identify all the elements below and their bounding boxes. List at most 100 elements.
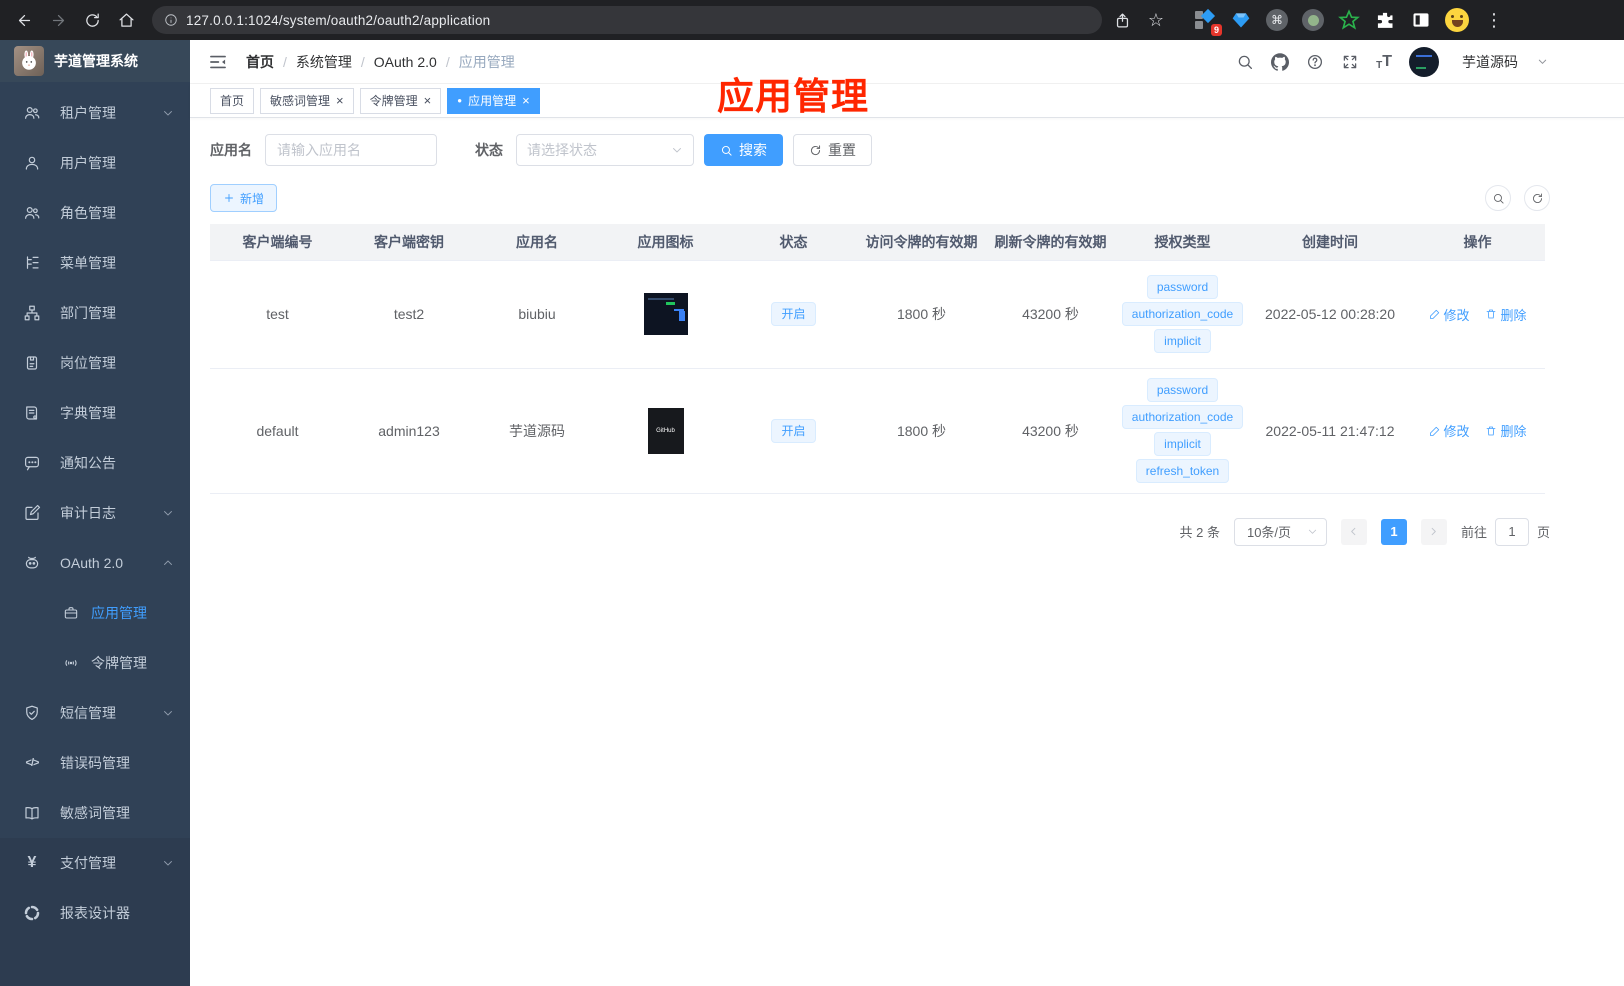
status-badge[interactable]: 开启	[771, 418, 816, 443]
goto-page-input[interactable]	[1494, 517, 1529, 546]
help-icon[interactable]	[1306, 53, 1324, 71]
yen-icon: ¥	[27, 854, 37, 871]
github-icon[interactable]	[1271, 52, 1290, 71]
delete-button[interactable]: 删除	[1485, 305, 1526, 324]
oauth2-submenu: 应用管理 令牌管理	[0, 588, 190, 688]
refresh-table-button[interactable]	[1524, 185, 1550, 211]
record-extension-icon[interactable]	[1300, 7, 1326, 33]
chevron-down-icon	[162, 107, 174, 119]
reload-icon[interactable]	[78, 6, 106, 34]
sidebar-item-oauth2[interactable]: OAuth 2.0	[0, 538, 190, 588]
refresh-icon	[1532, 192, 1542, 203]
sidebar-item-user[interactable]: 用户管理	[0, 138, 190, 188]
reset-button[interactable]: 重置	[793, 134, 872, 166]
tampermonkey-extension-icon[interactable]: 9	[1192, 7, 1222, 36]
delete-button[interactable]: 删除	[1485, 421, 1526, 440]
breadcrumb-oauth2[interactable]: OAuth 2.0	[374, 54, 437, 70]
logo[interactable]: 芋道管理系统	[0, 40, 190, 82]
tab-home[interactable]: 首页	[210, 87, 255, 114]
users-icon	[22, 103, 42, 123]
sidebar-item-role[interactable]: 角色管理	[0, 188, 190, 238]
table-header-row: 客户端编号 客户端密钥 应用名 应用图标 状态 访问令牌的有效期 刷新令牌的有效…	[210, 224, 1545, 260]
grant-tag: password	[1146, 275, 1219, 299]
sidebar-item-menu[interactable]: 菜单管理	[0, 238, 190, 288]
tab-application[interactable]: ● 应用管理 ×	[447, 87, 540, 114]
sidebar-item-post[interactable]: 岗位管理	[0, 338, 190, 388]
prev-page-button[interactable]	[1340, 518, 1367, 545]
page-number-button[interactable]: 1	[1380, 518, 1407, 545]
id-badge-icon	[22, 353, 42, 373]
chevron-down-icon[interactable]	[1537, 56, 1548, 67]
status-select[interactable]: 请选择状态	[516, 134, 694, 166]
sidebar-item-tenant[interactable]: 租户管理	[0, 88, 190, 138]
profile-avatar-icon[interactable]	[1444, 7, 1470, 33]
sidebar-item-payment[interactable]: ¥ 支付管理	[0, 838, 190, 888]
browser-menu-icon[interactable]: ⋮	[1480, 6, 1508, 34]
hide-search-button[interactable]	[1485, 185, 1511, 211]
close-icon[interactable]: ×	[522, 93, 530, 108]
filter-form: 应用名 状态 请选择状态 搜索 重置	[210, 134, 1550, 166]
close-icon[interactable]: ×	[336, 93, 344, 108]
sidebar-item-notice[interactable]: 通知公告	[0, 438, 190, 488]
sidebar-item-sms[interactable]: 短信管理	[0, 688, 190, 738]
sidebar-item-sensitive-word[interactable]: 敏感词管理	[0, 788, 190, 838]
pencil-icon	[1429, 426, 1439, 436]
app-name-input[interactable]	[265, 134, 437, 166]
grant-types: password authorization_code implicit ref…	[1115, 378, 1250, 483]
avatar[interactable]	[1409, 46, 1439, 77]
side-panel-icon[interactable]	[1408, 7, 1434, 33]
dictionary-icon	[22, 403, 42, 423]
table-row: default admin123 芋道源码 GitHub 开启 1800 秒 4…	[210, 368, 1545, 494]
search-icon	[1493, 193, 1504, 204]
fullscreen-icon[interactable]	[1341, 53, 1359, 71]
address-bar[interactable]: 127.0.0.1:1024/system/oauth2/oauth2/appl…	[152, 6, 1102, 34]
breadcrumb-system[interactable]: 系统管理	[296, 52, 352, 72]
forward-icon[interactable]	[44, 6, 72, 34]
puzzle-extensions-icon[interactable]	[1372, 7, 1398, 33]
status-badge[interactable]: 开启	[771, 302, 816, 326]
extensions-zone: 9 ⌘	[1192, 7, 1470, 36]
search-button[interactable]: 搜索	[704, 134, 783, 166]
next-page-button[interactable]	[1420, 518, 1447, 545]
sidebar-item-oauth2-application[interactable]: 应用管理	[0, 588, 190, 638]
bookmark-star-icon[interactable]: ☆	[1142, 6, 1170, 34]
search-icon[interactable]	[1236, 53, 1254, 71]
close-icon[interactable]: ×	[424, 93, 432, 108]
share-icon[interactable]	[1108, 6, 1136, 34]
chat-bubble-icon	[22, 453, 42, 473]
add-button[interactable]: 新增	[210, 184, 278, 212]
url-text: 127.0.0.1:1024/system/oauth2/oauth2/appl…	[186, 12, 491, 28]
breadcrumb: 首页 / 系统管理 / OAuth 2.0 / 应用管理	[246, 52, 515, 72]
sidebar-item-oauth2-token[interactable]: 令牌管理	[0, 638, 190, 688]
red-annotation: 应用管理	[717, 76, 869, 117]
home-icon[interactable]	[112, 6, 140, 34]
breadcrumb-home[interactable]: 首页	[246, 52, 274, 72]
collapse-sidebar-icon[interactable]	[208, 52, 228, 72]
sidebar-item-dict[interactable]: 字典管理	[0, 388, 190, 438]
sidebar-item-audit-log[interactable]: 审计日志	[0, 488, 190, 538]
sidebar-item-error-code[interactable]: </> 错误码管理	[0, 738, 190, 788]
green-star-extension-icon[interactable]	[1336, 7, 1362, 33]
username[interactable]: 芋道源码	[1462, 52, 1518, 72]
command-extension-icon[interactable]: ⌘	[1264, 7, 1290, 33]
grant-tag: authorization_code	[1121, 302, 1244, 326]
sidebar-item-report-designer[interactable]: 报表设计器	[0, 888, 190, 938]
page-content: 应用名 状态 请选择状态 搜索 重置	[190, 118, 1624, 576]
chevron-down-icon	[1308, 529, 1317, 534]
sidebar-item-dept[interactable]: 部门管理	[0, 288, 190, 338]
font-size-icon[interactable]: TT	[1376, 53, 1392, 71]
edit-button[interactable]: 修改	[1429, 421, 1470, 440]
main-area: 首页 / 系统管理 / OAuth 2.0 / 应用管理 TT 芋道源码 首页 …	[190, 40, 1624, 986]
sidebar-menu: 租户管理 用户管理 角色管理 菜单管理 部门管理 岗位管理 字典管理 通知公告 …	[0, 82, 190, 838]
tab-token[interactable]: 令牌管理 ×	[359, 87, 442, 114]
edit-button[interactable]: 修改	[1429, 305, 1470, 324]
back-icon[interactable]	[10, 6, 38, 34]
page-size-select[interactable]: 10条/页	[1233, 517, 1327, 546]
tab-sensitive-word[interactable]: 敏感词管理 ×	[260, 87, 354, 114]
gem-extension-icon[interactable]	[1228, 7, 1254, 33]
site-info-icon	[165, 14, 177, 26]
segmented-circle-icon	[22, 903, 42, 923]
breadcrumb-current: 应用管理	[458, 53, 515, 70]
table-toolbar: 新增	[210, 184, 1550, 212]
sidebar-menu-bottom: ¥ 支付管理 报表设计器	[0, 838, 190, 986]
